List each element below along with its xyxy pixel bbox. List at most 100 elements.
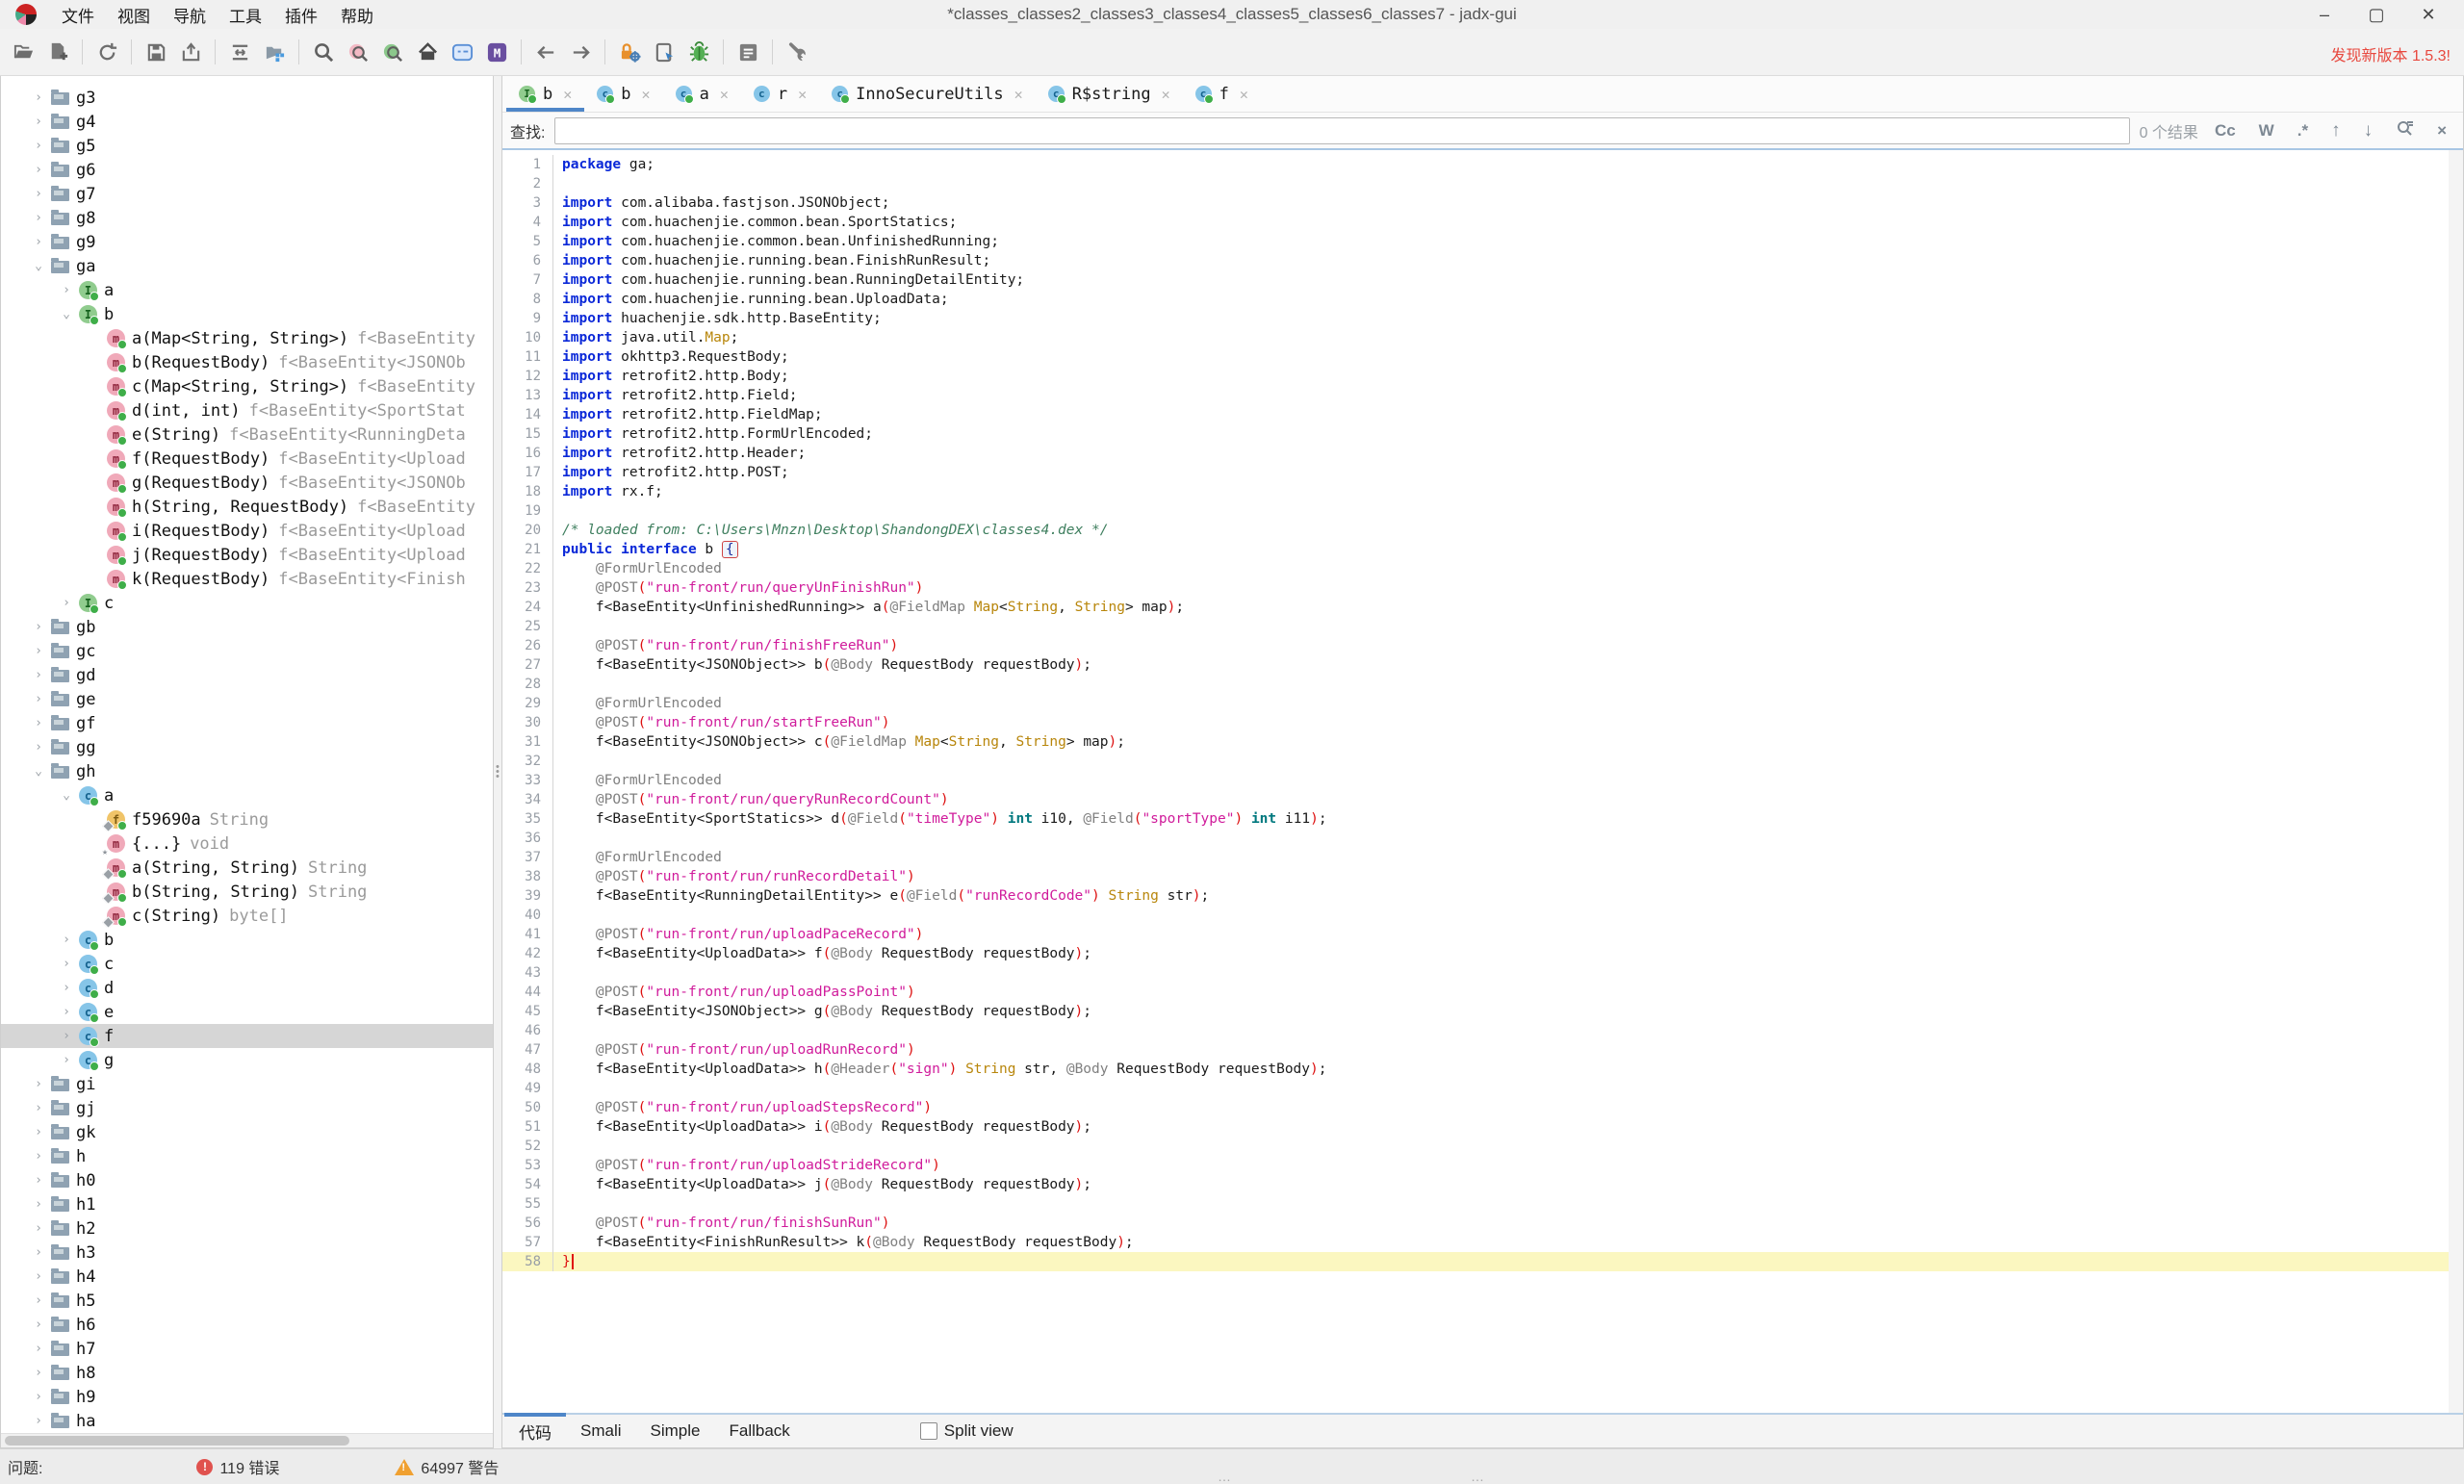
chevron-icon[interactable]: › <box>26 740 51 755</box>
chevron-icon[interactable]: › <box>26 90 51 105</box>
code-line-58[interactable]: 58} <box>502 1252 2449 1271</box>
chevron-icon[interactable]: › <box>26 1197 51 1212</box>
tree-item-h6[interactable]: ›h6 <box>1 1313 493 1337</box>
tree-item-b[interactable]: ›cb <box>1 928 493 952</box>
code-line-26[interactable]: 26 @POST("run-front/run/finishFreeRun") <box>502 636 2449 655</box>
chevron-icon[interactable]: › <box>26 1125 51 1139</box>
match-case-button[interactable]: Cc <box>2208 121 2243 141</box>
code-line-8[interactable]: 8import com.huachenjie.running.bean.Uplo… <box>502 290 2449 309</box>
chevron-icon[interactable]: › <box>26 1173 51 1188</box>
warning-count[interactable]: 64997 警告 <box>421 1455 499 1478</box>
code-line-47[interactable]: 47 @POST("run-front/run/uploadRunRecord"… <box>502 1040 2449 1060</box>
chevron-icon[interactable]: › <box>26 644 51 658</box>
chevron-icon[interactable]: ⌄ <box>54 307 79 321</box>
tab-close-icon[interactable]: ✕ <box>1162 86 1170 103</box>
chevron-icon[interactable]: › <box>54 1053 79 1067</box>
chevron-icon[interactable]: › <box>26 187 51 201</box>
tree-item-i(RequestBody)[interactable]: mi(RequestBody)f<BaseEntity<Upload <box>1 519 493 543</box>
code-line-50[interactable]: 50 @POST("run-front/run/uploadStepsRecor… <box>502 1098 2449 1117</box>
tree-item-h2[interactable]: ›h2 <box>1 1216 493 1241</box>
minimize-button[interactable]: – <box>2302 2 2347 27</box>
code-line-54[interactable]: 54 f<BaseEntity<UploadData>> j(@Body Req… <box>502 1175 2449 1194</box>
tab-close-icon[interactable]: ✕ <box>1014 86 1023 103</box>
new-version-notice[interactable]: 发现新版本 1.5.3! <box>2331 42 2451 65</box>
back-icon[interactable] <box>528 35 563 69</box>
chevron-icon[interactable]: ⌄ <box>54 788 79 803</box>
code-line-28[interactable]: 28 <box>502 675 2449 694</box>
code-pane[interactable]: 1package ga;23import com.alibaba.fastjso… <box>502 150 2449 1413</box>
tree-item-b[interactable]: ⌄Ib <box>1 302 493 326</box>
tree-item-gc[interactable]: ›gc <box>1 639 493 663</box>
chevron-icon[interactable]: › <box>26 668 51 682</box>
view-tab-Fallback[interactable]: Fallback <box>714 1415 804 1447</box>
code-line-10[interactable]: 10import java.util.Map; <box>502 328 2449 347</box>
chevron-icon[interactable]: › <box>26 716 51 730</box>
tree-item-c(String)[interactable]: mc(String)byte[] <box>1 904 493 928</box>
chevron-icon[interactable]: › <box>26 1318 51 1332</box>
editor-tab-R$string[interactable]: cR$string✕ <box>1036 76 1183 112</box>
error-count[interactable]: 119 错误 <box>219 1455 279 1478</box>
save-all-icon[interactable] <box>139 35 173 69</box>
tree-item-g(RequestBody)[interactable]: mg(RequestBody)f<BaseEntity<JSONOb <box>1 471 493 495</box>
chevron-icon[interactable]: › <box>26 1414 51 1428</box>
tree-item-b(String, String)[interactable]: mb(String, String)String <box>1 880 493 904</box>
export-icon[interactable] <box>173 35 208 69</box>
chevron-icon[interactable]: › <box>26 235 51 249</box>
code-line-48[interactable]: 48 f<BaseEntity<UploadData>> h(@Header("… <box>502 1060 2449 1079</box>
code-line-43[interactable]: 43 <box>502 963 2449 983</box>
code-line-24[interactable]: 24 f<BaseEntity<UnfinishedRunning>> a(@F… <box>502 598 2449 617</box>
code-line-1[interactable]: 1package ga; <box>502 155 2449 174</box>
split-view-checkbox[interactable] <box>920 1422 937 1440</box>
regex-button[interactable]: .* <box>2291 121 2315 141</box>
scrollbar-thumb[interactable] <box>5 1436 349 1446</box>
editor-tab-b[interactable]: Ib✕ <box>506 76 584 112</box>
tree-item-gj[interactable]: ›gj <box>1 1096 493 1120</box>
chevron-icon[interactable]: › <box>54 596 79 610</box>
add-files-icon[interactable] <box>40 35 75 69</box>
chevron-icon[interactable]: › <box>26 1342 51 1356</box>
close-search-button[interactable]: × <box>2430 121 2453 141</box>
chevron-icon[interactable]: › <box>54 933 79 947</box>
code-line-38[interactable]: 38 @POST("run-front/run/runRecordDetail"… <box>502 867 2449 886</box>
editor-tab-InnoSecureUtils[interactable]: cInnoSecureUtils✕ <box>819 76 1036 112</box>
code-line-6[interactable]: 6import com.huachenjie.running.bean.Fini… <box>502 251 2449 270</box>
code-line-52[interactable]: 52 <box>502 1137 2449 1156</box>
chevron-icon[interactable]: › <box>54 1029 79 1043</box>
split-view-toggle[interactable]: Split view <box>920 1415 1014 1447</box>
debugger-icon[interactable] <box>681 35 716 69</box>
tree-item-gh[interactable]: ⌄gh <box>1 759 493 783</box>
search-options-icon[interactable] <box>2389 119 2421 142</box>
code-line-36[interactable]: 36 <box>502 829 2449 848</box>
tab-close-icon[interactable]: ✕ <box>563 86 572 103</box>
code-line-49[interactable]: 49 <box>502 1079 2449 1098</box>
log-viewer-icon[interactable] <box>731 35 765 69</box>
code-line-12[interactable]: 12import retrofit2.http.Body; <box>502 367 2449 386</box>
tree-item-g9[interactable]: ›g9 <box>1 230 493 254</box>
chevron-icon[interactable]: › <box>26 1245 51 1260</box>
tree-item-d[interactable]: ›cd <box>1 976 493 1000</box>
view-tab-代码[interactable]: 代码 <box>504 1415 566 1447</box>
tree-item-gi[interactable]: ›gi <box>1 1072 493 1096</box>
flatten-packages-icon[interactable] <box>222 35 257 69</box>
chevron-icon[interactable]: › <box>26 1149 51 1164</box>
tree-item-f(RequestBody)[interactable]: mf(RequestBody)f<BaseEntity<Upload <box>1 447 493 471</box>
tree-item-f[interactable]: ›cf <box>1 1024 493 1048</box>
code-line-46[interactable]: 46 <box>502 1021 2449 1040</box>
search-input[interactable] <box>554 117 2129 144</box>
code-line-53[interactable]: 53 @POST("run-front/run/uploadStrideReco… <box>502 1156 2449 1175</box>
find-next-button[interactable]: ↓ <box>2357 120 2380 141</box>
code-line-30[interactable]: 30 @POST("run-front/run/startFreeRun") <box>502 713 2449 732</box>
tree-item-h1[interactable]: ›h1 <box>1 1192 493 1216</box>
tree-item-h[interactable]: ›h <box>1 1144 493 1168</box>
code-line-5[interactable]: 5import com.huachenjie.common.bean.Unfin… <box>502 232 2449 251</box>
tree-item-g[interactable]: ›cg <box>1 1048 493 1072</box>
chevron-icon[interactable]: › <box>26 1221 51 1236</box>
mappings-icon[interactable]: M <box>479 35 514 69</box>
main-activity-icon[interactable] <box>410 35 445 69</box>
tree-item-g7[interactable]: ›g7 <box>1 182 493 206</box>
close-button[interactable]: ✕ <box>2406 2 2451 27</box>
tree-item-gf[interactable]: ›gf <box>1 711 493 735</box>
tree-item-g4[interactable]: ›g4 <box>1 110 493 134</box>
tree-item-h0[interactable]: ›h0 <box>1 1168 493 1192</box>
deobfuscation-icon[interactable] <box>612 35 647 69</box>
